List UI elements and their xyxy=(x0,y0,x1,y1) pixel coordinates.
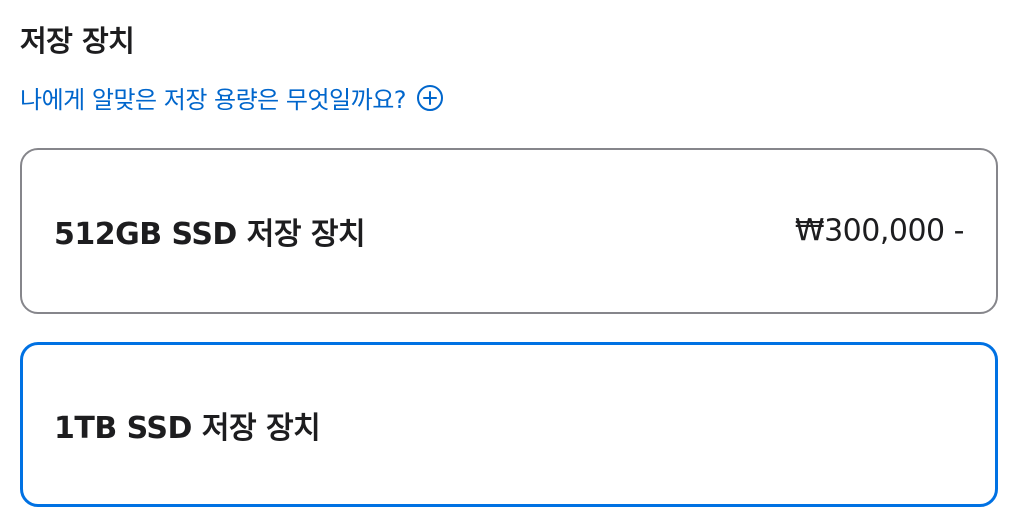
plus-circle-icon xyxy=(416,84,444,112)
storage-option-price: ₩300,000 - xyxy=(794,213,965,249)
storage-option-512gb[interactable]: 512GB SSD 저장 장치 ₩300,000 - xyxy=(20,148,998,314)
storage-section: 저장 장치 나에게 알맞은 저장 용량은 무엇일까요? 512GB SSD 저장… xyxy=(0,0,1020,532)
storage-option-1tb[interactable]: 1TB SSD 저장 장치 xyxy=(20,342,998,507)
help-link-text: 나에게 알맞은 저장 용량은 무엇일까요? xyxy=(20,86,407,114)
section-title: 저장 장치 xyxy=(20,24,135,58)
storage-option-label: 1TB SSD 저장 장치 xyxy=(54,410,321,446)
storage-option-label: 512GB SSD 저장 장치 xyxy=(54,217,366,252)
storage-help-link[interactable]: 나에게 알맞은 저장 용량은 무엇일까요? xyxy=(20,80,444,115)
